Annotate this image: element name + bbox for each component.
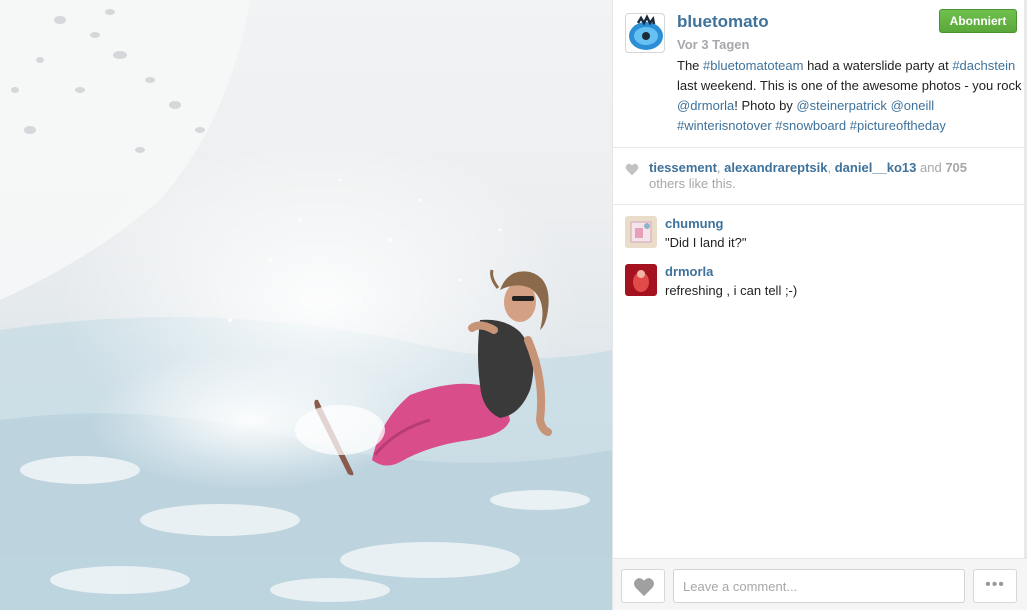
user-photo-icon [625, 216, 657, 248]
comment-item: chumung "Did I land it?" [625, 216, 1020, 250]
caption-text: ! Photo by [734, 98, 797, 113]
heart-icon [625, 163, 639, 176]
comment-bar: ••• [613, 558, 1027, 610]
mention-link[interactable]: @oneill [891, 98, 935, 113]
comment-text: "Did I land it?" [665, 235, 747, 250]
post-details-panel: bluetomato Abonniert Vor 3 Tagen The #bl… [612, 0, 1027, 610]
comment-author[interactable]: drmorla [665, 264, 713, 279]
mention-link[interactable]: @drmorla [677, 98, 734, 113]
like-button[interactable] [621, 569, 665, 603]
mention-link[interactable]: @steinerpatrick [796, 98, 887, 113]
post-username[interactable]: bluetomato [677, 12, 769, 32]
likes-count[interactable]: 705 [945, 160, 967, 175]
likes-separator: , [827, 160, 835, 175]
hashtag-link[interactable]: #pictureoftheday [850, 118, 946, 133]
follow-button[interactable]: Abonniert [939, 9, 1017, 33]
ellipsis-icon: ••• [985, 576, 1005, 593]
liker-link[interactable]: tiessement [649, 160, 717, 175]
avatar[interactable] [625, 264, 657, 296]
comment-input[interactable] [673, 569, 965, 603]
comment-item: drmorla refreshing , i can tell ;-) [625, 264, 1020, 298]
comment-author[interactable]: chumung [665, 216, 724, 231]
likes-suffix: others like this. [649, 176, 736, 191]
bluetomato-logo-icon [629, 14, 663, 50]
avatar[interactable] [625, 216, 657, 248]
hashtag-link[interactable]: #dachstein [952, 58, 1015, 73]
snowboarder-photo [0, 0, 612, 610]
post-caption: The #bluetomatoteam had a waterslide par… [677, 56, 1022, 136]
user-photo-icon [625, 264, 657, 296]
photo-viewer: bluetomato Abonniert Vor 3 Tagen The #bl… [0, 0, 1027, 610]
liker-link[interactable]: daniel__ko13 [835, 160, 917, 175]
caption-text: last weekend. This is one of the awesome… [677, 78, 1022, 93]
caption-text: had a waterslide party at [803, 58, 953, 73]
post-timestamp: Vor 3 Tagen [677, 37, 750, 52]
avatar[interactable] [625, 13, 665, 53]
post-photo[interactable] [0, 0, 612, 610]
likes-section: tiessement, alexandrareptsik, daniel__ko… [613, 149, 1025, 205]
likes-text: tiessement, alexandrareptsik, daniel__ko… [649, 160, 1009, 192]
hashtag-link[interactable]: #bluetomatoteam [703, 58, 803, 73]
liker-link[interactable]: alexandrareptsik [724, 160, 827, 175]
caption-text: The [677, 58, 704, 73]
likes-and: and [916, 160, 946, 175]
hashtag-link[interactable]: #winterisnotover [677, 118, 772, 133]
more-options-button[interactable]: ••• [973, 569, 1017, 603]
comment-text: refreshing , i can tell ;-) [665, 283, 798, 298]
post-header: bluetomato Abonniert Vor 3 Tagen The #bl… [613, 0, 1025, 148]
heart-icon [634, 578, 654, 597]
hashtag-link[interactable]: #snowboard [775, 118, 846, 133]
